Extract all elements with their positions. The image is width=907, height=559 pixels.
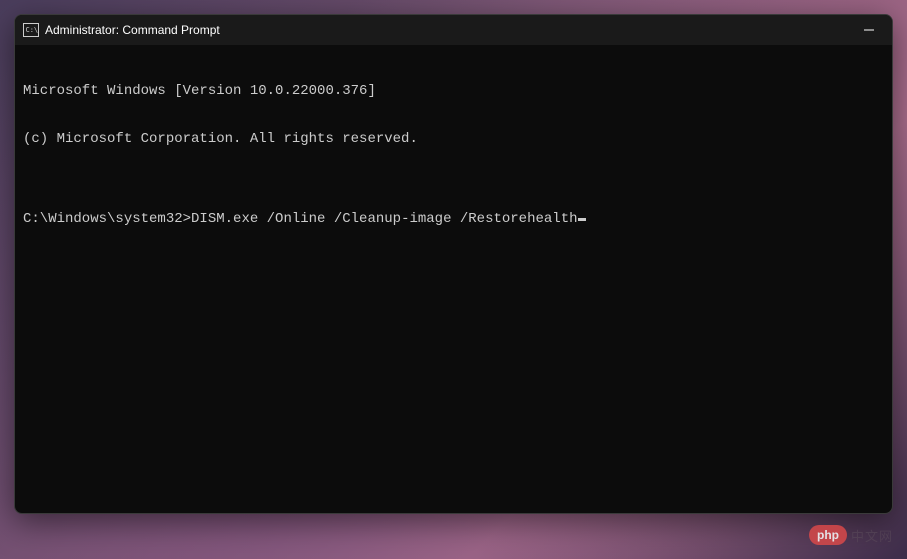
svg-text:C:\: C:\ bbox=[26, 26, 39, 34]
command-input: DISM.exe /Online /Cleanup-image /Restore… bbox=[191, 211, 577, 227]
output-line: (c) Microsoft Corporation. All rights re… bbox=[23, 131, 884, 147]
cmd-icon: C:\ bbox=[23, 23, 39, 37]
output-line: Microsoft Windows [Version 10.0.22000.37… bbox=[23, 83, 884, 99]
terminal-output[interactable]: Microsoft Windows [Version 10.0.22000.37… bbox=[15, 45, 892, 513]
cursor bbox=[578, 218, 586, 221]
watermark-badge: php bbox=[809, 525, 847, 545]
watermark: php 中文网 bbox=[809, 525, 893, 545]
minimize-button[interactable] bbox=[846, 15, 892, 45]
prompt-line: C:\Windows\system32>DISM.exe /Online /Cl… bbox=[23, 211, 884, 227]
window-controls bbox=[846, 15, 892, 45]
watermark-text: 中文网 bbox=[851, 526, 893, 545]
prompt-path: C:\Windows\system32> bbox=[23, 211, 191, 227]
window-titlebar[interactable]: C:\ Administrator: Command Prompt bbox=[15, 15, 892, 45]
command-prompt-window: C:\ Administrator: Command Prompt Micros… bbox=[14, 14, 893, 514]
window-title: Administrator: Command Prompt bbox=[45, 23, 220, 37]
